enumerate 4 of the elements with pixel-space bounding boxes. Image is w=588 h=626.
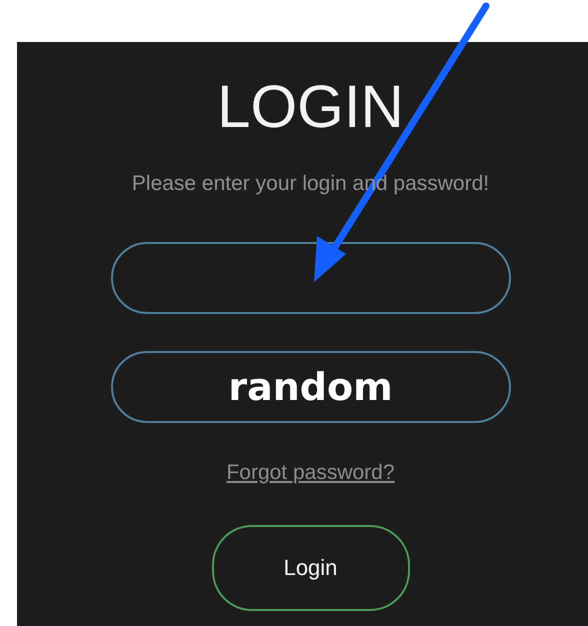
forgot-password-link[interactable]: Forgot password? xyxy=(226,461,395,485)
password-field[interactable]: random xyxy=(110,351,510,423)
login-title: LOGIN xyxy=(217,72,404,142)
login-button[interactable]: Login xyxy=(212,525,410,611)
